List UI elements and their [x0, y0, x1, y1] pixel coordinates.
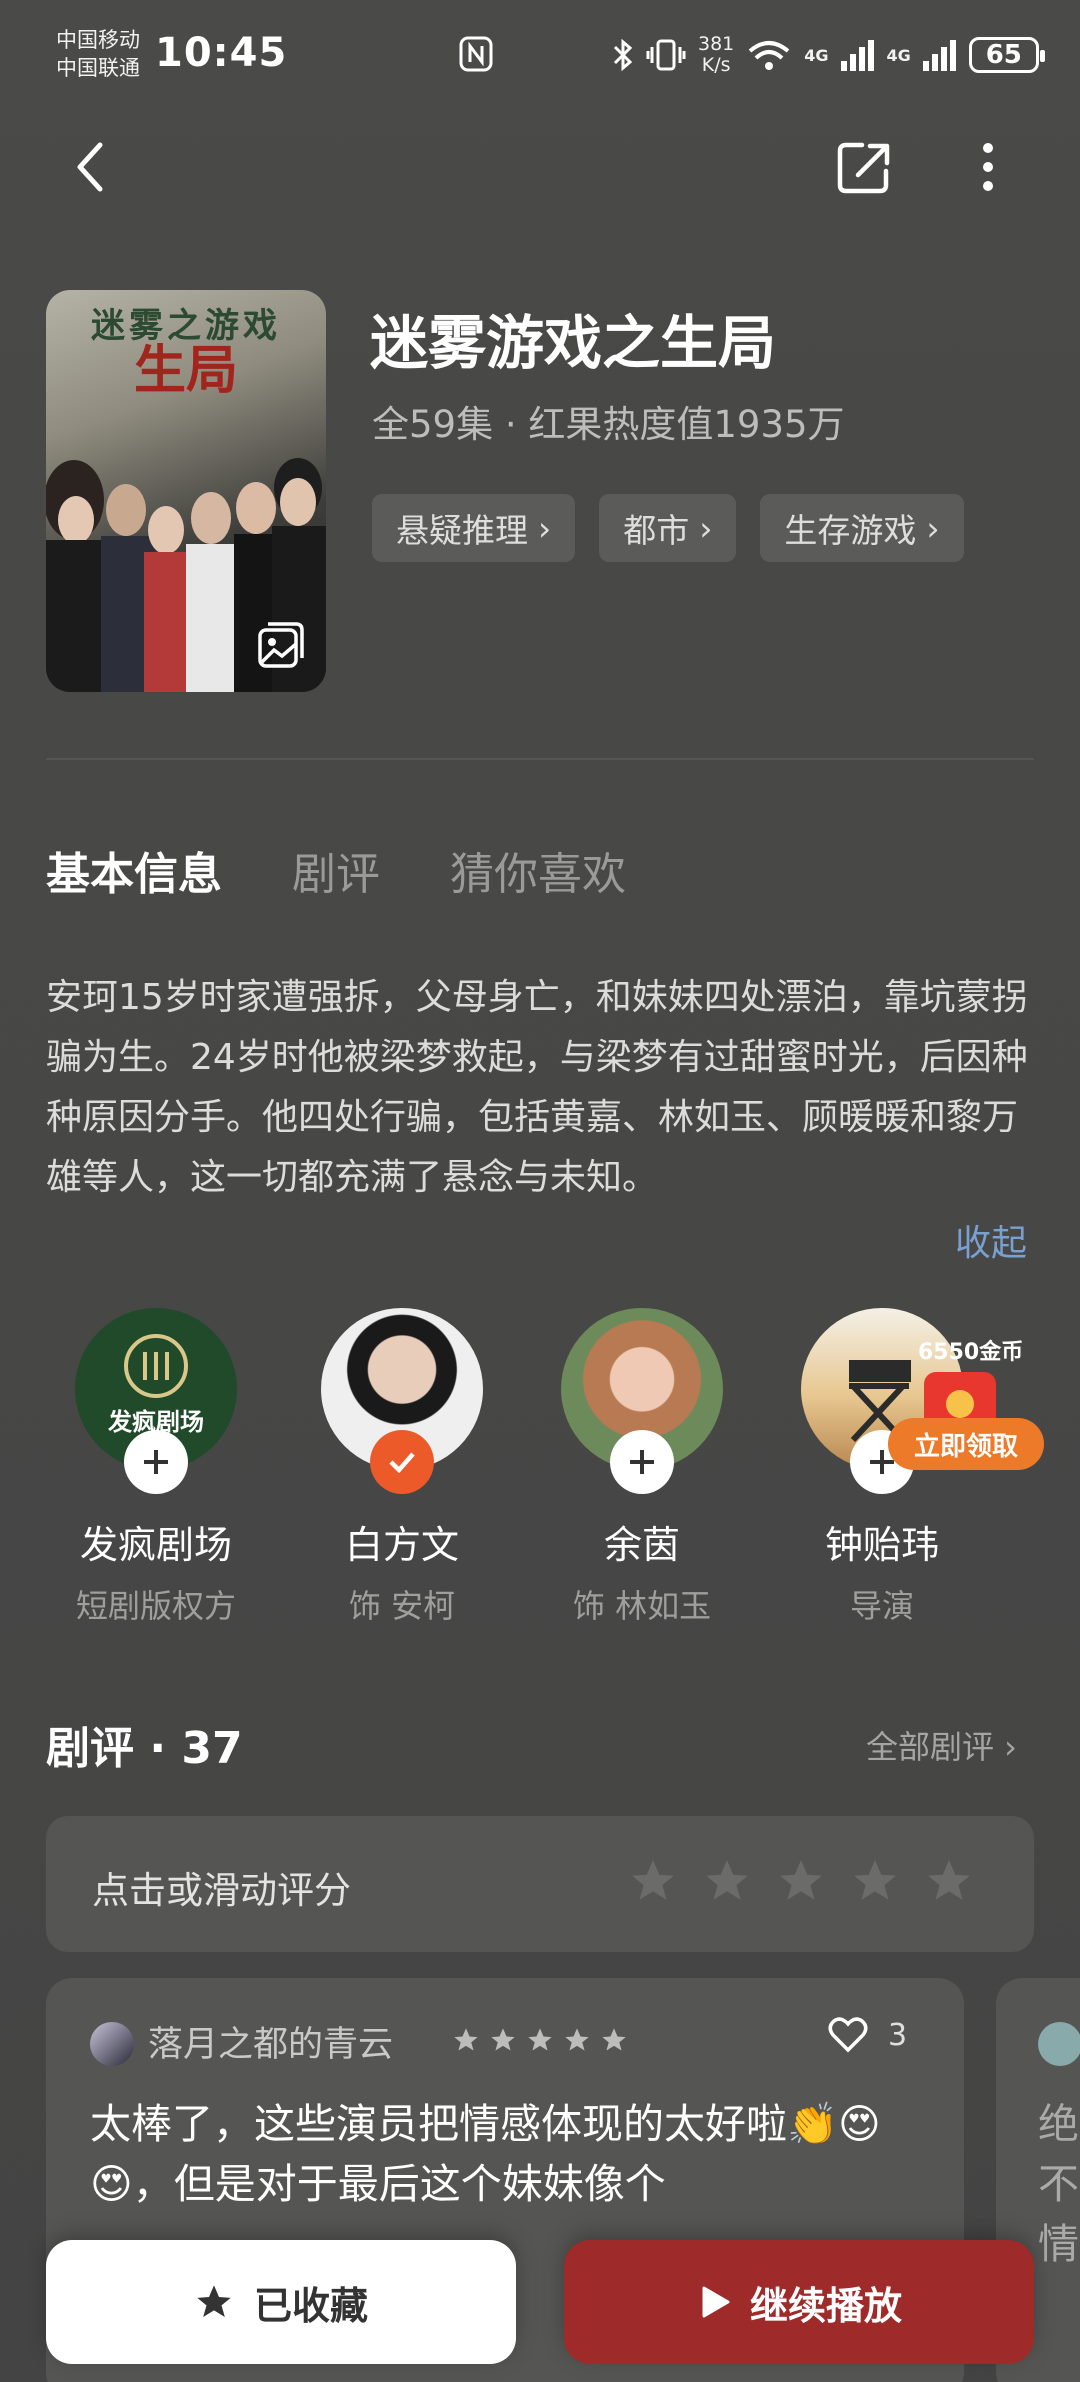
genre-tags: 悬疑推理 › 都市 › 生存游戏 › — [372, 494, 964, 562]
battery-icon: 65 — [968, 37, 1045, 73]
chevron-right-icon: › — [699, 508, 713, 548]
like-count: 3 — [888, 2017, 908, 2053]
star-icon — [528, 2028, 552, 2051]
more-button[interactable] — [956, 135, 1020, 199]
favorite-button[interactable]: 已收藏 — [46, 2240, 516, 2364]
star-icon[interactable] — [924, 1856, 974, 1906]
net-speed: 381 K/s — [698, 33, 735, 76]
tab-basic-info[interactable]: 基本信息 — [46, 838, 222, 902]
drama-title: 迷雾游戏之生局 — [370, 309, 777, 377]
avatar[interactable] — [561, 1308, 723, 1494]
cast-role: 导演 — [849, 1587, 914, 1625]
star-icon[interactable] — [776, 1856, 826, 1906]
followed-badge[interactable] — [370, 1430, 434, 1494]
rating-stars[interactable] — [628, 1856, 974, 1906]
drama-poster[interactable]: 迷雾之游戏 生局 — [46, 290, 326, 692]
chevron-right-icon: › — [926, 508, 940, 548]
avatar[interactable] — [90, 2022, 134, 2066]
cast-name: 余茵 — [603, 1523, 680, 1567]
continue-play-button[interactable]: 继续播放 — [564, 2240, 1034, 2364]
play-icon — [702, 2286, 730, 2318]
cast-name: 白方文 — [344, 1523, 459, 1567]
tab-recommendations[interactable]: 猜你喜欢 — [450, 838, 626, 902]
follow-button[interactable] — [124, 1430, 188, 1494]
play-label: 继续播放 — [749, 2283, 902, 2328]
all-reviews-link[interactable]: 全部剧评 › — [866, 1722, 1017, 1768]
promo-coins: 6550金币 — [918, 1340, 1024, 1365]
favorite-label: 已收藏 — [253, 2283, 368, 2328]
cast-role: 饰 安柯 — [348, 1587, 456, 1625]
share-button[interactable] — [832, 135, 896, 199]
tag-survival-game[interactable]: 生存游戏 › — [760, 494, 964, 562]
follow-button[interactable] — [610, 1430, 674, 1494]
signal-icon — [840, 40, 874, 71]
bluetooth-icon — [613, 38, 633, 72]
plus-icon — [144, 1450, 168, 1474]
back-button[interactable] — [60, 135, 124, 199]
nfc-icon — [459, 36, 493, 72]
heart-icon — [828, 2017, 868, 2053]
star-icon — [197, 2285, 231, 2317]
review-username[interactable]: 落月之都的青云 — [148, 2016, 393, 2067]
drama-meta: 全59集 · 红果热度值1935万 — [372, 403, 845, 446]
review-text-preview: 绝不情 — [1038, 2100, 1079, 2268]
coin-promo[interactable]: 6550金币 立即领取 — [888, 1326, 1044, 1472]
claim-button[interactable]: 立即领取 — [888, 1418, 1044, 1470]
clock: 10:45 — [155, 30, 288, 76]
cast-role: 短剧版权方 — [75, 1587, 236, 1625]
cast-item-actor-2[interactable]: 余茵 饰 林如玉 — [532, 1308, 752, 1627]
review-stars — [452, 2026, 628, 2054]
reviews-heading: 剧评 · 37 — [46, 1723, 243, 1774]
gallery-icon[interactable] — [256, 620, 306, 670]
avatar[interactable]: 发疯剧场 — [75, 1308, 237, 1494]
rating-prompt: 点击或滑动评分 — [92, 1869, 351, 1912]
cast-name: 钟贻玮 — [824, 1523, 939, 1567]
network-type-1: 4G — [804, 45, 829, 65]
status-bar: 中国移动 中国联通 10:45 381 K/s 4G 4G 65 — [0, 0, 1080, 110]
detail-tabs: 基本信息 剧评 猜你喜欢 — [46, 838, 626, 902]
rating-box[interactable]: 点击或滑动评分 — [46, 1816, 1034, 1952]
vibrate-icon — [646, 39, 686, 71]
avatar[interactable] — [321, 1308, 483, 1494]
like-button[interactable]: 3 — [828, 2016, 907, 2054]
status-icons: 381 K/s 4G 4G 65 — [612, 30, 1045, 80]
star-icon — [602, 2028, 626, 2051]
tag-suspense[interactable]: 悬疑推理 › — [372, 494, 576, 562]
star-icon[interactable] — [628, 1856, 678, 1906]
tab-reviews[interactable]: 剧评 — [292, 838, 380, 902]
carrier-info: 中国移动 中国联通 — [56, 26, 140, 82]
star-icon[interactable] — [850, 1856, 900, 1906]
cast-item-producer[interactable]: 发疯剧场 发疯剧场 短剧版权方 — [46, 1308, 266, 1627]
wifi-icon — [748, 41, 790, 70]
star-icon — [491, 2028, 515, 2051]
check-icon — [389, 1452, 415, 1474]
cast-item-actor-1[interactable]: 白方文 饰 安柯 — [292, 1308, 512, 1627]
star-icon — [565, 2028, 589, 2051]
carrier-1: 中国移动 — [56, 28, 140, 52]
carrier-2: 中国联通 — [56, 56, 140, 80]
network-type-2: 4G — [886, 45, 911, 65]
cast-role: 饰 林如玉 — [572, 1587, 712, 1625]
divider — [46, 758, 1034, 760]
cast-name: 发疯剧场 — [79, 1523, 232, 1567]
synopsis-text: 安珂15岁时家遭强拆，父母身亡，和妹妹四处漂泊，靠坑蒙拐骗为生。24岁时他被梁梦… — [46, 977, 1028, 1198]
collapse-link[interactable]: 收起 — [955, 1214, 1027, 1266]
star-icon — [454, 2028, 478, 2051]
poster-title-main: 生局 — [133, 340, 238, 401]
avatar — [1038, 2022, 1080, 2066]
chevron-right-icon: › — [538, 508, 552, 548]
signal-icon-2 — [922, 40, 956, 71]
plus-icon — [630, 1450, 654, 1474]
tag-urban[interactable]: 都市 › — [599, 494, 737, 562]
review-text: 太棒了，这些演员把情感体现的太好啦👏😍😍，但是对于最后这个妹妹像个 — [90, 2100, 881, 2208]
star-icon[interactable] — [702, 1856, 752, 1906]
